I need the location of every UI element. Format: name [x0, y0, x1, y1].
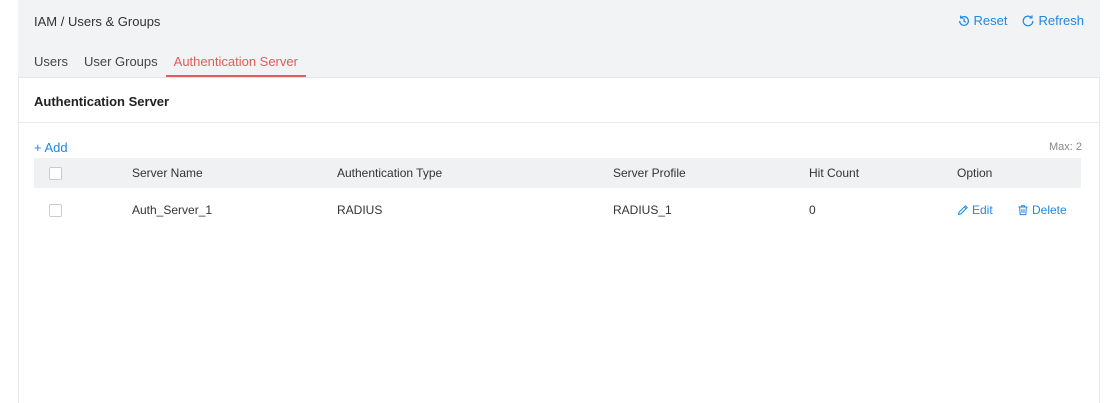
- reset-label: Reset: [973, 13, 1008, 28]
- pencil-icon: [957, 205, 968, 216]
- edit-label: Edit: [972, 203, 993, 217]
- breadcrumb: IAM / Users & Groups: [34, 14, 161, 29]
- header-actions: Reset Refresh: [957, 13, 1084, 28]
- trash-icon: [1018, 205, 1028, 216]
- server-profile-cell: RADIUS_1: [613, 203, 672, 217]
- row-checkbox[interactable]: [49, 203, 62, 217]
- edit-button[interactable]: Edit: [957, 203, 993, 217]
- column-header-server-name[interactable]: Server Name: [132, 158, 203, 188]
- server-name-cell: Auth_Server_1: [132, 203, 213, 217]
- column-header-option: Option: [957, 166, 993, 180]
- row-checkbox-cell: [49, 188, 62, 232]
- tab-bar: Users User Groups Authentication Server: [34, 53, 307, 77]
- server-table: Server Name Authentication Type Server P…: [34, 158, 1081, 232]
- authentication-server-panel: Authentication Server + Add Max: 2 Serve…: [18, 77, 1100, 403]
- panel-title: Authentication Server: [34, 94, 170, 109]
- table-row: Auth_Server_1 RADIUS RADIUS_1 0 Edit Del…: [34, 188, 1081, 232]
- select-all-checkbox[interactable]: [49, 166, 62, 180]
- divider: [19, 122, 1099, 123]
- tab-user-groups[interactable]: User Groups: [76, 53, 166, 77]
- column-header-server-profile[interactable]: Server Profile: [613, 158, 686, 188]
- delete-button[interactable]: Delete: [1017, 203, 1067, 217]
- table-header: Server Name Authentication Type Server P…: [34, 158, 1081, 188]
- tab-authentication-server[interactable]: Authentication Server: [165, 53, 307, 77]
- delete-cell: Delete: [1017, 188, 1067, 232]
- content-frame: IAM / Users & Groups Reset Refresh Users…: [18, 0, 1100, 403]
- edit-cell: Edit: [957, 188, 993, 232]
- refresh-button[interactable]: Refresh: [1021, 13, 1084, 28]
- column-header-hit-count[interactable]: Hit Count: [809, 158, 859, 188]
- delete-label: Delete: [1032, 203, 1067, 217]
- column-header-authentication-type[interactable]: Authentication Type: [337, 158, 442, 188]
- tab-users[interactable]: Users: [34, 53, 76, 77]
- header-checkbox-cell: [49, 158, 62, 188]
- history-icon: [958, 15, 969, 26]
- reset-button[interactable]: Reset: [957, 13, 1008, 28]
- page-header: IAM / Users & Groups Reset Refresh: [18, 0, 1100, 44]
- refresh-icon: [1023, 14, 1034, 26]
- add-button[interactable]: + Add: [34, 140, 68, 155]
- auth-type-cell: RADIUS: [337, 203, 383, 217]
- hit-count-cell: 0: [809, 203, 816, 217]
- max-count-label: Max: 2: [1048, 141, 1082, 153]
- page: IAM / Users & Groups Reset Refresh Users…: [0, 0, 1107, 403]
- refresh-label: Refresh: [1038, 13, 1084, 28]
